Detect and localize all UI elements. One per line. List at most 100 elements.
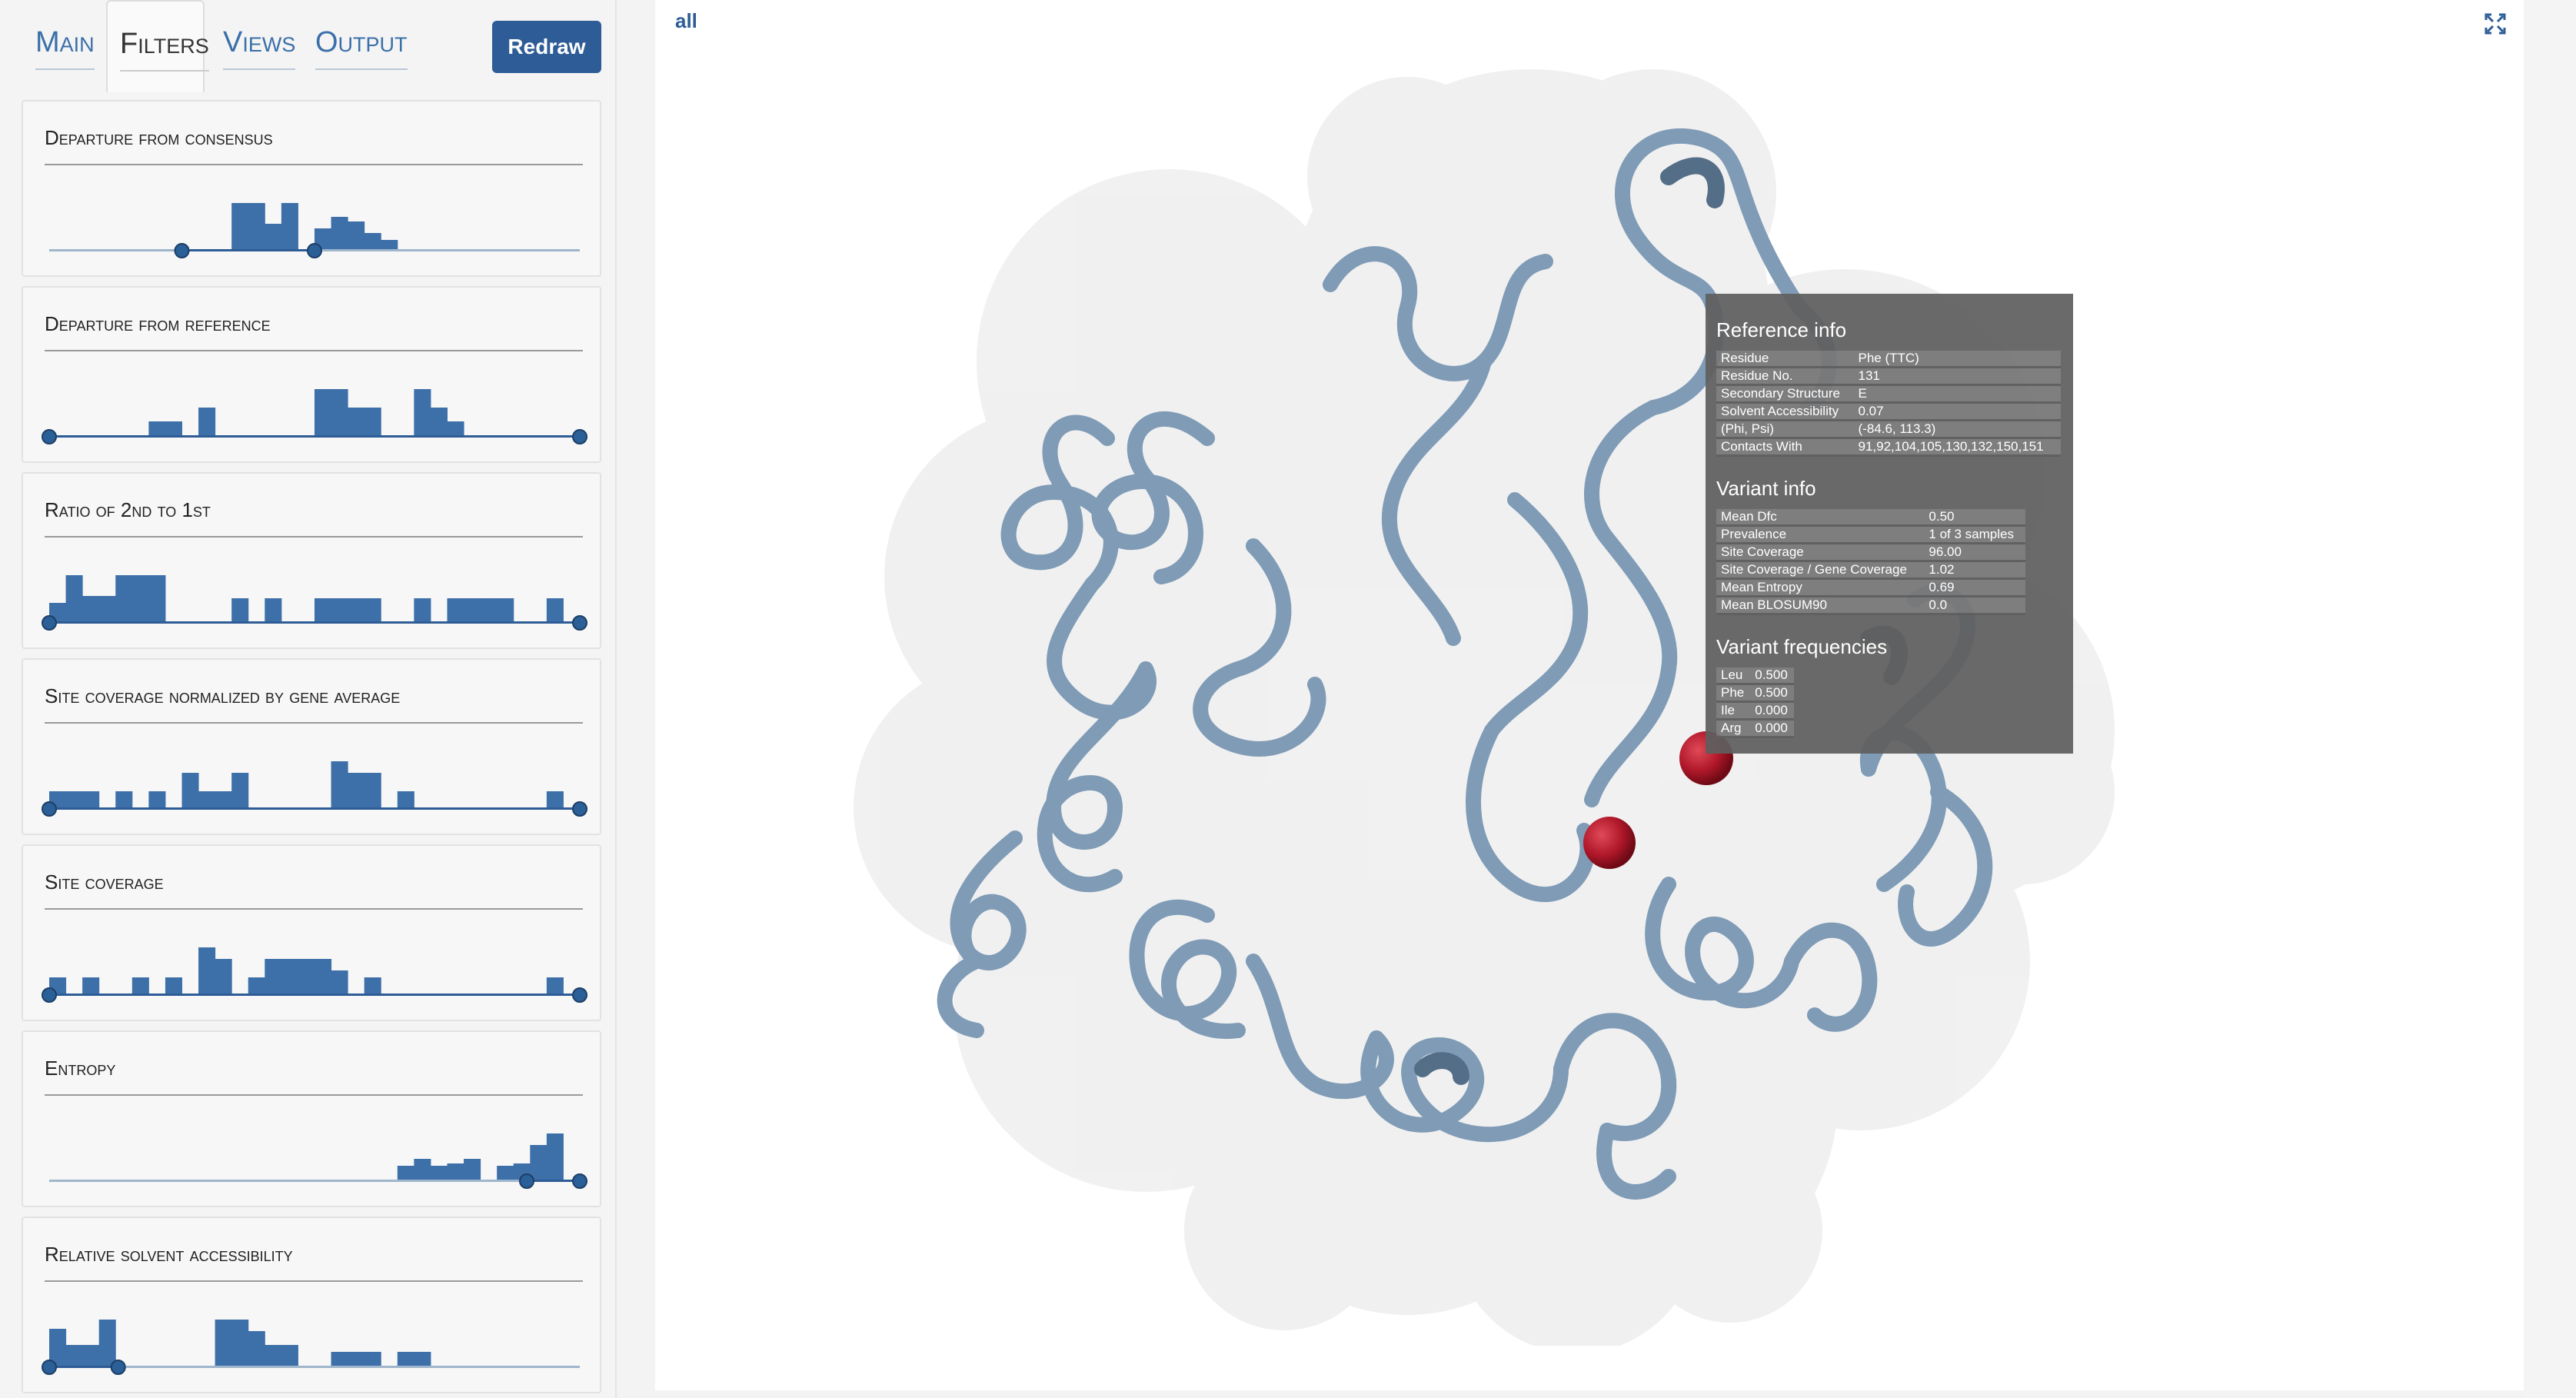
- histogram-bar: [315, 598, 332, 621]
- histogram-bar: [447, 1163, 464, 1180]
- tab-filters[interactable]: Filters: [106, 0, 209, 92]
- tooltip-value: Phe (TTC): [1853, 351, 2061, 368]
- tooltip-row: Site Coverage / Gene Coverage 1.02: [1716, 561, 2025, 580]
- tooltip-value: 0.50: [1924, 509, 2025, 527]
- tooltip-row: Site Coverage 96.00: [1716, 543, 2025, 562]
- tooltip-value: 96.00: [1924, 543, 2025, 562]
- filter-card: Departure from reference: [22, 286, 601, 463]
- redraw-button[interactable]: Redraw: [492, 21, 601, 73]
- histogram-bar: [281, 1345, 298, 1366]
- tooltip-key: Secondary Structure: [1716, 384, 1854, 404]
- slider-handle[interactable]: [572, 615, 587, 631]
- filter-histogram-slider[interactable]: [42, 1303, 587, 1380]
- slider-handle[interactable]: [572, 429, 587, 444]
- tooltip-key: Mean BLOSUM90: [1716, 596, 1925, 615]
- tooltip-key: Residue: [1716, 351, 1854, 368]
- residue-tooltip: Reference info Residue Phe (TTC) Residue N…: [1706, 294, 2073, 754]
- slider-handle[interactable]: [572, 1173, 587, 1189]
- tooltip-key: Prevalence: [1716, 525, 1925, 544]
- slider-handle[interactable]: [110, 1360, 126, 1375]
- filter-title: Relative solvent accessibility: [45, 1243, 583, 1282]
- variant-info-heading: Variant info: [1716, 477, 1816, 500]
- histogram-bar: [546, 977, 564, 994]
- tooltip-key: Site Coverage: [1716, 543, 1925, 562]
- histogram-bar: [248, 977, 265, 994]
- histogram-bar: [497, 1166, 514, 1180]
- histogram-bar: [215, 959, 232, 994]
- histogram-bar: [198, 791, 216, 807]
- tab-output-label: Output: [315, 26, 408, 70]
- histogram-bar: [546, 791, 564, 807]
- filter-card: Site coverage normalized by gene average: [22, 658, 601, 835]
- histogram-bar: [348, 1352, 365, 1366]
- histogram-bar: [414, 1352, 431, 1366]
- filter-histogram-slider[interactable]: [42, 1117, 587, 1193]
- histogram-bar: [364, 408, 381, 435]
- slider-handle[interactable]: [519, 1173, 534, 1189]
- histogram-bar: [331, 217, 348, 249]
- slider-selected-range: [181, 249, 315, 251]
- histogram-bar: [331, 970, 348, 994]
- slider-handle[interactable]: [174, 243, 190, 258]
- tooltip-row: (Phi, Psi) (-84.6, 113.3): [1716, 420, 2061, 439]
- slider-handle[interactable]: [42, 987, 57, 1003]
- histogram-bar: [464, 598, 481, 621]
- histogram-bar: [546, 1133, 564, 1180]
- slider-track[interactable]: [49, 1180, 580, 1182]
- slider-handle[interactable]: [572, 987, 587, 1003]
- histogram-bar: [265, 1345, 282, 1366]
- tab-views[interactable]: Views: [211, 0, 309, 92]
- filter-histogram-slider[interactable]: [42, 744, 587, 821]
- histogram-bar: [364, 977, 381, 994]
- histogram-bar: [348, 773, 365, 807]
- tooltip-value: E: [1853, 384, 2061, 404]
- slider-handle[interactable]: [42, 615, 57, 631]
- histogram-bar: [348, 408, 365, 435]
- tab-output[interactable]: Output: [303, 0, 418, 92]
- slider-handle[interactable]: [572, 801, 587, 817]
- filter-card: Entropy: [22, 1030, 601, 1207]
- slider-handle[interactable]: [42, 429, 57, 444]
- histogram-bar: [298, 959, 315, 994]
- tooltip-row: Contacts With 91,92,104,105,130,132,150,1…: [1716, 438, 2061, 457]
- histogram-bar: [414, 598, 431, 621]
- histogram-bar: [430, 408, 448, 435]
- fullscreen-icon[interactable]: [2484, 12, 2507, 35]
- histogram-bar: [348, 598, 365, 621]
- histogram-bar: [198, 947, 216, 994]
- tooltip-value: 0.000: [1750, 719, 1794, 738]
- tooltip-value: 0.07: [1853, 402, 2061, 421]
- filter-histogram-slider[interactable]: [42, 186, 587, 263]
- slider-handle[interactable]: [307, 243, 322, 258]
- filter-card: Departure from consensus: [22, 100, 601, 277]
- highlighted-residue-marker[interactable]: [1583, 817, 1636, 869]
- view-name-label: all: [675, 9, 697, 32]
- histogram-bar: [181, 773, 199, 807]
- tooltip-row: Phe 0.500: [1716, 684, 1794, 703]
- tab-main[interactable]: Main: [23, 0, 108, 92]
- filter-title: Site coverage: [45, 870, 583, 910]
- tooltip-key: Arg: [1716, 719, 1751, 738]
- histogram-bar: [65, 791, 83, 807]
- histogram-bar: [281, 203, 298, 249]
- histogram-bar: [231, 1320, 249, 1366]
- filter-histogram-slider[interactable]: [42, 930, 587, 1007]
- tooltip-key: Site Coverage / Gene Coverage: [1716, 561, 1925, 580]
- tooltip-row: Prevalence 1 of 3 samples: [1716, 525, 2025, 544]
- tooltip-row: Ile 0.000: [1716, 701, 1794, 721]
- filter-histogram-slider[interactable]: [42, 558, 587, 635]
- tooltip-value: 0.500: [1750, 667, 1794, 685]
- histogram-bar: [530, 1145, 547, 1180]
- tooltip-key: Ile: [1716, 701, 1751, 721]
- slider-handle[interactable]: [42, 801, 57, 817]
- histogram-bar: [115, 575, 133, 621]
- histogram-bar: [315, 959, 332, 994]
- histogram-bar: [265, 598, 282, 621]
- filter-histogram-slider[interactable]: [42, 372, 587, 449]
- histogram-bar: [215, 791, 232, 807]
- tooltip-row: Solvent Accessibility 0.07: [1716, 402, 2061, 421]
- histogram-bar: [364, 773, 381, 807]
- slider-track[interactable]: [49, 1366, 580, 1368]
- slider-handle[interactable]: [42, 1360, 57, 1375]
- histogram-bar: [65, 575, 83, 621]
